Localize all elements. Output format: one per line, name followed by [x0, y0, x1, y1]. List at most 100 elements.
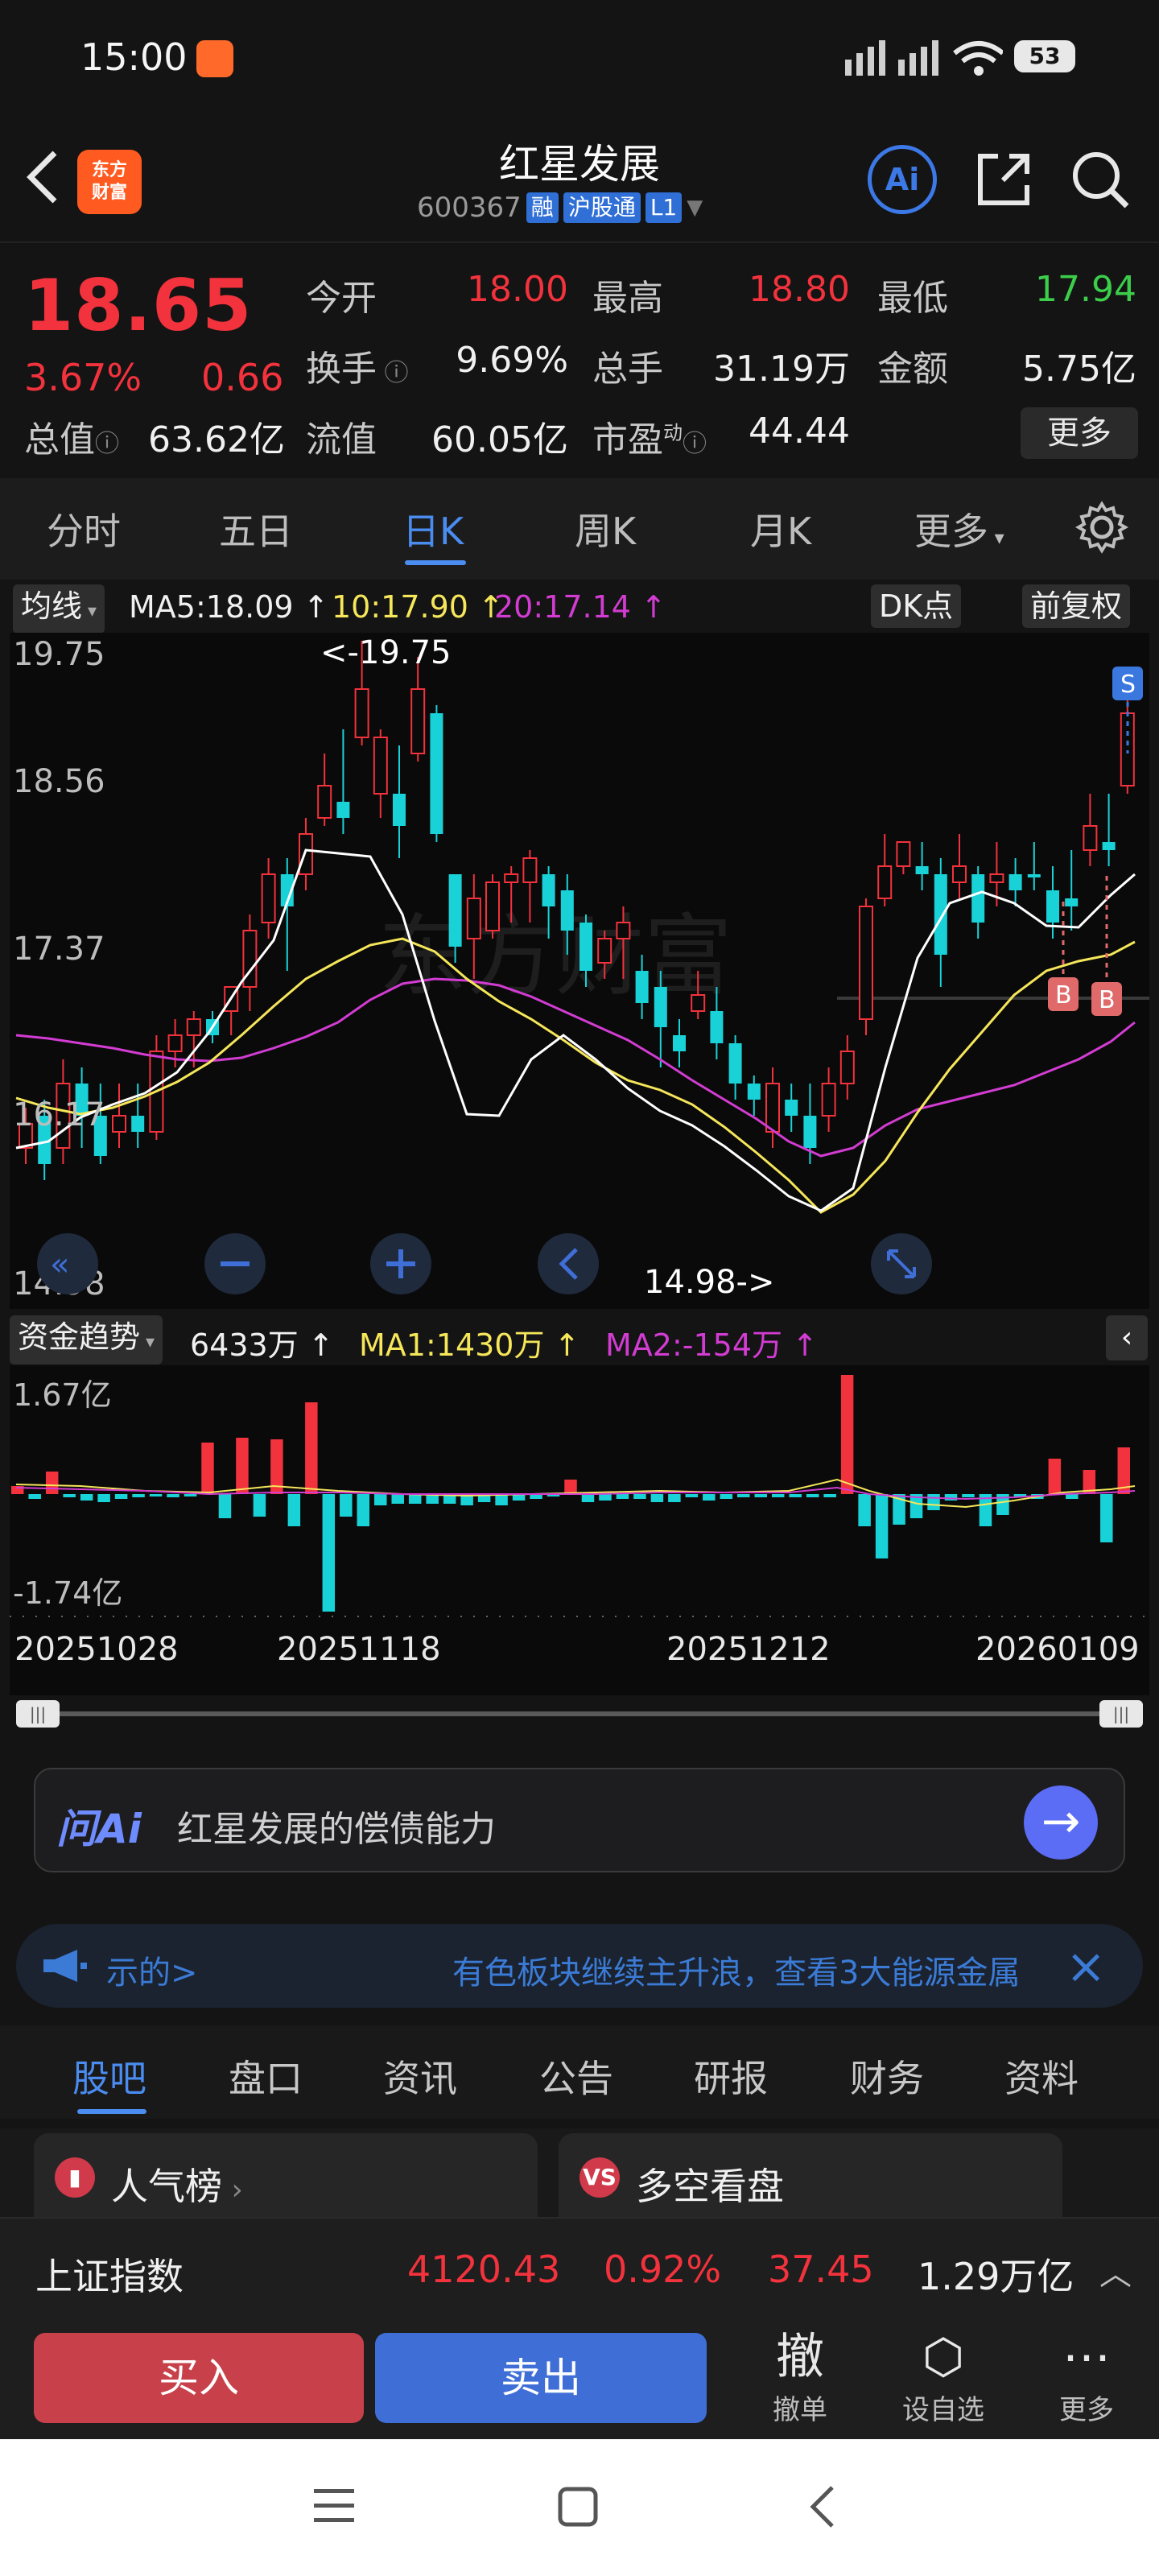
- buy-button[interactable]: 买入: [34, 2333, 364, 2423]
- collapse-panel-button[interactable]: ‹: [1106, 1315, 1148, 1360]
- megaphone-icon: [43, 1950, 87, 1982]
- tab-daily-k[interactable]: 日K: [402, 502, 464, 555]
- news-ticker[interactable]: 示的> 有色板块继续主升浪，查看3大能源金属 ×: [16, 1924, 1143, 2008]
- scroll-left-button[interactable]: [538, 1233, 599, 1294]
- level-tag: L1: [645, 192, 683, 223]
- pe-label[interactable]: 市盈动ⓘ: [592, 411, 707, 462]
- kline-chart[interactable]: 东方财富 <-19.75 14.98-> S B B 19.75 18.56 1…: [0, 633, 1159, 1309]
- add-watchlist-button[interactable]: ⬡ 设自选: [895, 2326, 992, 2427]
- flow-bar: [495, 1494, 508, 1505]
- arrow-right-icon: →: [1041, 1794, 1081, 1848]
- info-icon[interactable]: ⓘ: [95, 430, 119, 458]
- candle-body: [1102, 842, 1116, 850]
- tab-orderbook[interactable]: 盘口: [229, 2050, 303, 2103]
- chevron-up-icon[interactable]: ︿: [1099, 2248, 1132, 2294]
- candle-body: [393, 794, 406, 826]
- flow-ma1: MA1:1430万 ↑: [359, 1327, 580, 1363]
- adjust-button[interactable]: 前复权: [1022, 584, 1131, 628]
- buy-signal-label-1: B: [1055, 981, 1072, 1009]
- flow-bar: [80, 1494, 93, 1501]
- scrollbar-handle-left[interactable]: |||: [16, 1700, 60, 1728]
- candle-body: [560, 890, 574, 931]
- info-icon[interactable]: ⓘ: [377, 359, 409, 387]
- nav-back-icon[interactable]: [805, 2481, 840, 2533]
- more-actions-button[interactable]: ⋯ 更多: [1038, 2326, 1135, 2427]
- flow-value-text: 6433万: [190, 1327, 299, 1363]
- tab-profile[interactable]: 资料: [1004, 2050, 1079, 2103]
- pe-dynamic-sup: 动: [663, 421, 683, 444]
- tab-financials[interactable]: 财务: [850, 2050, 924, 2103]
- longshort-card[interactable]: VS 多空看盘: [559, 2133, 1062, 2217]
- flow-bar: [63, 1494, 76, 1497]
- ai-button[interactable]: Ai: [868, 145, 937, 214]
- price-axis-top: 19.75: [13, 636, 105, 673]
- tab-news[interactable]: 资讯: [383, 2050, 457, 2103]
- indicator-selector[interactable]: 均线 ▾: [13, 584, 105, 634]
- candle-body: [112, 1115, 126, 1133]
- stock-subtitle: 600367 融 沪股通 L1 ▼: [417, 192, 703, 224]
- mktcap-label[interactable]: 总值ⓘ: [24, 411, 119, 462]
- ask-ai-prompt[interactable]: 红星发展的偿债能力: [177, 1800, 496, 1852]
- tab-more[interactable]: 更多 ▾: [914, 502, 1004, 555]
- flow-bar: [322, 1494, 336, 1612]
- tab-weekly-k[interactable]: 周K: [575, 502, 636, 555]
- flow-bar: [685, 1494, 699, 1497]
- system-nav-bar: [0, 2439, 1159, 2576]
- scrollbar-handle-right[interactable]: |||: [1099, 1700, 1143, 1728]
- turnover-label[interactable]: 换手 ⓘ: [306, 340, 409, 391]
- flow-bar: [253, 1494, 266, 1517]
- ticker-prev-text[interactable]: 示的>: [106, 1946, 198, 1993]
- ranking-icon: ▮: [55, 2157, 95, 2198]
- minus-icon: [221, 1261, 250, 1266]
- flow-bar: [28, 1494, 41, 1499]
- candle-body: [673, 1035, 686, 1051]
- indicator-selector-label: 均线: [21, 588, 83, 624]
- ticker-headline[interactable]: 有色板块继续主升浪，查看3大能源金属: [452, 1946, 1040, 1993]
- tab-intraday[interactable]: 分时: [47, 502, 121, 555]
- tab-announcements[interactable]: 公告: [539, 2050, 613, 2103]
- period-tabs: 分时 五日 日K 周K 月K 更多 ▾: [0, 478, 1159, 580]
- sell-button[interactable]: 卖出: [375, 2333, 707, 2423]
- index-bar[interactable]: 上证指数 4120.43 0.92% 37.45 1.29万亿 ︿: [0, 2217, 1159, 2318]
- candle-body: [635, 971, 649, 1003]
- cancel-order-button[interactable]: 撤 撤单: [752, 2326, 848, 2427]
- ask-ai-submit-button[interactable]: →: [1024, 1785, 1098, 1860]
- pe-value: 44.44: [749, 411, 850, 452]
- flow-bar: [408, 1494, 422, 1504]
- low-value: 17.94: [1035, 269, 1136, 310]
- share-icon[interactable]: [974, 150, 1033, 209]
- fund-flow-chart[interactable]: 1.67亿 -1.74亿: [0, 1365, 1159, 1623]
- stock-code: 600367: [417, 192, 522, 224]
- close-icon[interactable]: ×: [1066, 1938, 1106, 1995]
- candle-body: [448, 874, 462, 947]
- high-marker: <-19.75: [320, 634, 451, 671]
- more-quote-button[interactable]: 更多: [1021, 407, 1138, 459]
- info-icon[interactable]: ⓘ: [683, 430, 707, 458]
- flow-bar: [1066, 1494, 1079, 1499]
- flow-indicator-selector[interactable]: 资金趋势 ▾: [10, 1315, 163, 1364]
- flow-bar: [167, 1494, 179, 1497]
- candle-body: [710, 1011, 724, 1043]
- home-icon[interactable]: [555, 2484, 600, 2529]
- volume-label: 总手: [592, 349, 663, 390]
- ask-ai-bar[interactable]: 问Ai 红星发展的偿债能力 →: [34, 1768, 1125, 1872]
- popular-card-label: 人气榜 ›: [111, 2157, 243, 2211]
- chevron-down-icon[interactable]: ▼: [687, 196, 703, 220]
- settings-gear-icon[interactable]: [1075, 501, 1128, 554]
- flow-bar: [720, 1494, 733, 1499]
- candle-body: [821, 1083, 836, 1117]
- search-icon[interactable]: [1070, 150, 1130, 209]
- tab-research[interactable]: 研报: [694, 2050, 768, 2103]
- fund-flow-svg: 1.67亿 -1.74亿: [10, 1365, 1149, 1623]
- menu-icon[interactable]: [311, 2484, 359, 2528]
- flow-bar: [754, 1494, 767, 1497]
- tab-five-day[interactable]: 五日: [219, 502, 293, 555]
- popular-card[interactable]: ▮ 人气榜 ›: [34, 2133, 538, 2217]
- dk-point-button[interactable]: DK点: [871, 584, 962, 628]
- chart-range-scrollbar[interactable]: ||| |||: [16, 1700, 1143, 1728]
- tab-monthly-k[interactable]: 月K: [750, 502, 811, 555]
- tab-forum[interactable]: 股吧: [72, 2050, 146, 2103]
- kline-svg: 东方财富 <-19.75 14.98-> S B B 19.75 18.56 1…: [10, 633, 1149, 1309]
- candle-body: [1046, 890, 1059, 923]
- connect-tag: 沪股通: [563, 192, 641, 223]
